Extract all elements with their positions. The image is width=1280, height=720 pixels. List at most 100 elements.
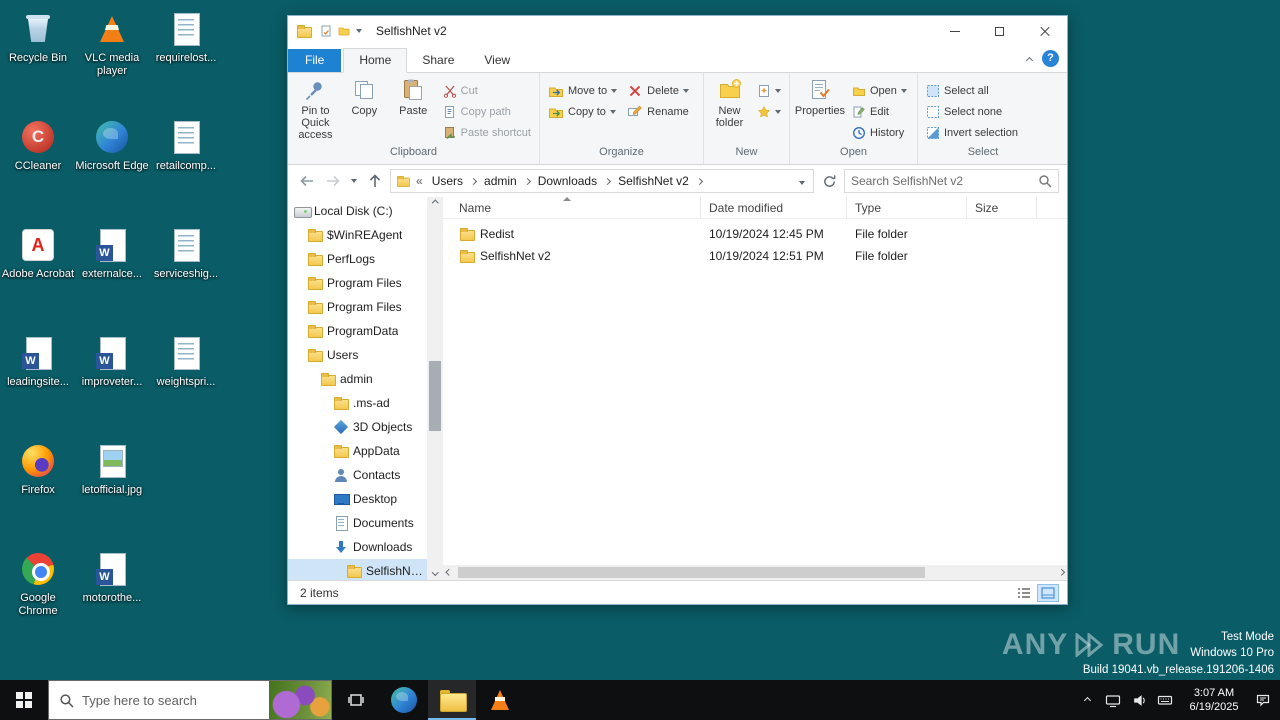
new-folder-button[interactable]: New folder <box>707 76 752 129</box>
select-all-button[interactable]: Select all <box>921 80 1023 101</box>
scroll-up-icon[interactable] <box>431 200 439 207</box>
file-row[interactable]: Redist 10/19/2024 12:45 PM File folder <box>443 223 1067 245</box>
tree-item[interactable]: $WinREAgent <box>288 223 427 247</box>
desktop-icon[interactable]: VLC media player <box>74 10 150 118</box>
show-hidden-icons-button[interactable] <box>1074 680 1100 720</box>
taskbar-search[interactable] <box>48 680 332 720</box>
rename-button[interactable]: Rename <box>622 101 694 122</box>
taskbar-clock[interactable]: 3:07 AM 6/19/2025 <box>1178 686 1250 714</box>
desktop-icon[interactable]: retailcomp... <box>148 118 224 226</box>
paste-button[interactable]: Paste <box>389 76 438 117</box>
back-button[interactable] <box>296 170 318 192</box>
large-icons-view-button[interactable] <box>1037 583 1059 602</box>
breadcrumb-item[interactable]: Users <box>428 174 467 188</box>
tree-item[interactable]: PerfLogs <box>288 247 427 271</box>
copy-path-button[interactable]: Copy path <box>438 101 536 122</box>
vlc-taskbar-button[interactable] <box>476 680 524 720</box>
desktop-icon[interactable]: weightspri... <box>148 334 224 442</box>
tree-item[interactable]: .ms-ad <box>288 391 427 415</box>
address-dropdown-button[interactable] <box>795 174 809 188</box>
tree-item[interactable]: admin <box>288 367 427 391</box>
task-view-button[interactable] <box>332 680 380 720</box>
maximize-button[interactable] <box>977 16 1022 46</box>
network-button[interactable] <box>1100 680 1126 720</box>
tree-item[interactable]: AppData <box>288 439 427 463</box>
tree-item[interactable]: Downloads <box>288 535 427 559</box>
cut-button[interactable]: Cut <box>438 80 536 101</box>
scroll-right-icon[interactable] <box>1057 569 1064 576</box>
start-button[interactable] <box>0 680 48 720</box>
tab-home[interactable]: Home <box>343 48 408 73</box>
qat-new-folder-button[interactable] <box>338 25 350 37</box>
tree-item[interactable]: Program Files <box>288 295 427 319</box>
minimize-button[interactable] <box>932 16 977 46</box>
up-button[interactable] <box>364 170 386 192</box>
tree-item[interactable]: Desktop <box>288 487 427 511</box>
touch-keyboard-button[interactable] <box>1152 680 1178 720</box>
qat-customize-button[interactable] <box>356 29 362 33</box>
scrollbar-track[interactable] <box>456 565 1055 580</box>
volume-button[interactable] <box>1126 680 1152 720</box>
desktop-icon[interactable]: leadingsite... <box>0 334 76 442</box>
scrollbar-thumb[interactable] <box>429 361 441 431</box>
file-list[interactable]: Redist 10/19/2024 12:45 PM File folder S… <box>443 219 1067 565</box>
scrollbar-thumb[interactable] <box>457 567 925 578</box>
qat-properties-button[interactable] <box>320 25 332 37</box>
tab-file[interactable]: File <box>288 49 342 72</box>
select-none-button[interactable]: Select none <box>921 101 1023 122</box>
breadcrumb-item[interactable]: admin <box>480 174 521 188</box>
recent-locations-button[interactable] <box>348 170 360 192</box>
taskbar-search-input[interactable] <box>82 692 261 708</box>
desktop-icon[interactable]: CCleaner <box>0 118 76 226</box>
tree-item[interactable]: Program Files <box>288 271 427 295</box>
desktop-icon[interactable]: letofficial.jpg <box>74 442 150 550</box>
edit-button[interactable]: Edit <box>847 101 912 122</box>
details-view-button[interactable] <box>1013 584 1035 602</box>
column-header-name[interactable]: Name <box>443 197 701 218</box>
breadcrumb-separator-icon[interactable] <box>695 177 703 185</box>
tree-item[interactable]: Contacts <box>288 463 427 487</box>
new-item-button[interactable] <box>752 80 786 101</box>
breadcrumb-item[interactable]: Downloads <box>534 174 601 188</box>
paste-shortcut-button[interactable]: Paste shortcut <box>438 122 536 143</box>
tree-item[interactable]: SelfishNet v2 <box>288 559 427 580</box>
delete-button[interactable]: Delete <box>622 80 694 101</box>
collapse-ribbon-button[interactable] <box>1025 52 1034 66</box>
column-header-type[interactable]: Type <box>847 197 967 218</box>
easy-access-button[interactable] <box>752 101 786 122</box>
file-explorer-taskbar-button[interactable] <box>428 680 476 720</box>
edge-taskbar-button[interactable] <box>380 680 428 720</box>
title-bar[interactable]: SelfishNet v2 <box>288 16 1067 46</box>
tree-item[interactable]: Documents <box>288 511 427 535</box>
open-button[interactable]: Open <box>847 80 912 101</box>
tree-scrollbar[interactable] <box>427 197 443 580</box>
desktop-icon[interactable]: Adobe Acrobat <box>0 226 76 334</box>
file-row[interactable]: SelfishNet v2 10/19/2024 12:51 PM File f… <box>443 245 1067 267</box>
breadcrumb-separator-icon[interactable] <box>523 177 531 185</box>
tree-item[interactable]: Local Disk (C:) <box>288 199 427 223</box>
forward-button[interactable] <box>322 170 344 192</box>
breadcrumb-item[interactable]: SelfishNet v2 <box>614 174 693 188</box>
desktop-icon[interactable]: improveter... <box>74 334 150 442</box>
desktop-icon[interactable]: motorothe... <box>74 550 150 658</box>
tab-view[interactable]: View <box>469 49 525 72</box>
tree-item[interactable]: 3D Objects <box>288 415 427 439</box>
tree-item[interactable]: Users <box>288 343 427 367</box>
breadcrumb-separator-icon[interactable] <box>469 177 478 185</box>
address-bar[interactable]: « Users admin Downloads SelfishNet v2 <box>390 169 814 193</box>
action-center-button[interactable] <box>1250 680 1276 720</box>
scroll-down-icon[interactable] <box>431 568 439 575</box>
tree-item[interactable]: ProgramData <box>288 319 427 343</box>
desktop-icon[interactable]: requirelost... <box>148 10 224 118</box>
desktop-icon[interactable]: Firefox <box>0 442 76 550</box>
explorer-search-input[interactable] <box>851 174 1034 188</box>
desktop-icon[interactable]: Recycle Bin <box>0 10 76 118</box>
close-button[interactable] <box>1022 16 1067 46</box>
desktop-icon[interactable]: Google Chrome <box>0 550 76 658</box>
breadcrumb-separator-icon[interactable] <box>604 177 612 185</box>
history-button[interactable]: History <box>847 122 912 143</box>
tab-share[interactable]: Share <box>407 49 469 72</box>
move-to-button[interactable]: Move to <box>543 80 622 101</box>
breadcrumb-collapsed-marker[interactable]: « <box>414 174 425 188</box>
explorer-search[interactable] <box>844 169 1059 193</box>
